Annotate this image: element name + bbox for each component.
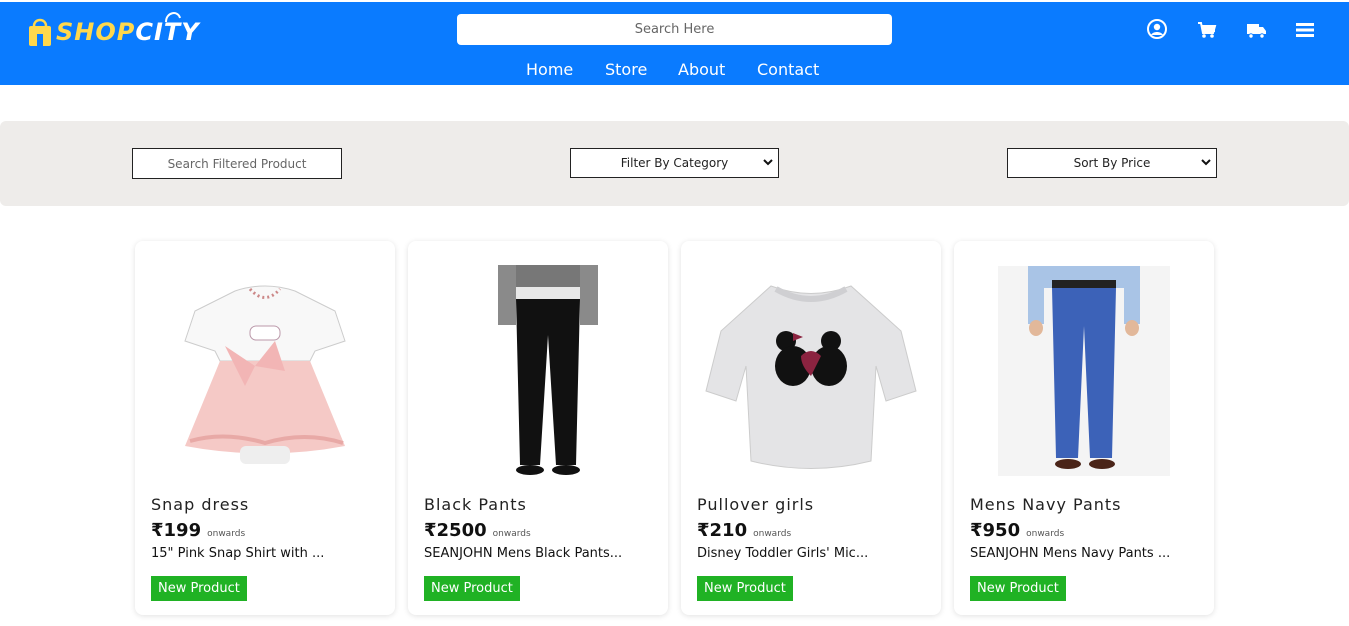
category-select[interactable]: Filter By Category bbox=[570, 148, 779, 178]
truck-icon[interactable] bbox=[1245, 18, 1269, 42]
price-value: ₹199 bbox=[151, 520, 202, 541]
menu-icon[interactable] bbox=[1293, 18, 1317, 42]
product-price: ₹950 onwards bbox=[970, 520, 1064, 541]
price-onwards: onwards bbox=[492, 529, 531, 539]
price-onwards: onwards bbox=[207, 529, 246, 539]
navbar: SHOPCITY Home Store About Contact bbox=[0, 2, 1349, 85]
nav-about[interactable]: About bbox=[678, 60, 725, 79]
product-price: ₹2500 onwards bbox=[424, 520, 531, 541]
category-select-label: Filter By Category bbox=[620, 156, 729, 170]
product-description: Disney Toddler Girls' Mic... bbox=[697, 546, 869, 561]
product-card[interactable]: Black Pants ₹2500 onwards SEANJOHN Mens … bbox=[408, 241, 668, 615]
search-input[interactable] bbox=[457, 14, 892, 45]
chevron-down-icon bbox=[763, 159, 773, 166]
shopcity-logo[interactable]: SHOPCITY bbox=[26, 8, 199, 52]
user-icon[interactable] bbox=[1145, 17, 1169, 41]
product-description: 15" Pink Snap Shirt with ... bbox=[151, 546, 325, 561]
filter-search-input[interactable] bbox=[133, 149, 341, 178]
price-onwards: onwards bbox=[1026, 529, 1065, 539]
logo-shop: SHOP bbox=[56, 18, 136, 46]
price-value: ₹210 bbox=[697, 520, 748, 541]
filter-bar: Filter By Category Sort By Price bbox=[0, 121, 1349, 206]
nav-contact[interactable]: Contact bbox=[757, 60, 819, 79]
new-product-badge: New Product bbox=[697, 576, 793, 601]
nav-store[interactable]: Store bbox=[605, 60, 647, 79]
product-image-navy-pants[interactable] bbox=[970, 265, 1198, 477]
product-title: Snap dress bbox=[151, 495, 250, 514]
product-card[interactable]: Mens Navy Pants ₹950 onwards SEANJOHN Me… bbox=[954, 241, 1214, 615]
new-product-badge: New Product bbox=[970, 576, 1066, 601]
new-product-badge: New Product bbox=[151, 576, 247, 601]
product-title: Pullover girls bbox=[697, 495, 815, 514]
price-value: ₹2500 bbox=[424, 520, 487, 541]
filter-search-box[interactable] bbox=[132, 148, 342, 179]
product-image-pink-snap-dress[interactable] bbox=[151, 265, 379, 477]
product-description: SEANJOHN Mens Black Pants... bbox=[424, 546, 623, 561]
price-value: ₹950 bbox=[970, 520, 1021, 541]
cart-icon[interactable] bbox=[1195, 18, 1219, 42]
product-image-black-pants[interactable] bbox=[424, 265, 652, 477]
product-card[interactable]: Snap dress ₹199 onwards 15" Pink Snap Sh… bbox=[135, 241, 395, 615]
sort-select-label: Sort By Price bbox=[1073, 156, 1151, 170]
logo-handle-icon bbox=[165, 12, 181, 23]
sort-select[interactable]: Sort By Price bbox=[1007, 148, 1217, 178]
search-bar[interactable] bbox=[457, 14, 892, 45]
product-title: Black Pants bbox=[424, 495, 527, 514]
product-price: ₹199 onwards bbox=[151, 520, 245, 541]
product-title: Mens Navy Pants bbox=[970, 495, 1122, 514]
product-card[interactable]: Pullover girls ₹210 onwards Disney Toddl… bbox=[681, 241, 941, 615]
chevron-down-icon bbox=[1201, 159, 1211, 166]
price-onwards: onwards bbox=[753, 529, 792, 539]
nav-home[interactable]: Home bbox=[526, 60, 573, 79]
new-product-badge: New Product bbox=[424, 576, 520, 601]
product-image-grey-pullover[interactable] bbox=[697, 265, 925, 477]
product-description: SEANJOHN Mens Navy Pants ... bbox=[970, 546, 1171, 561]
product-price: ₹210 onwards bbox=[697, 520, 791, 541]
shopping-bag-icon bbox=[29, 18, 51, 46]
